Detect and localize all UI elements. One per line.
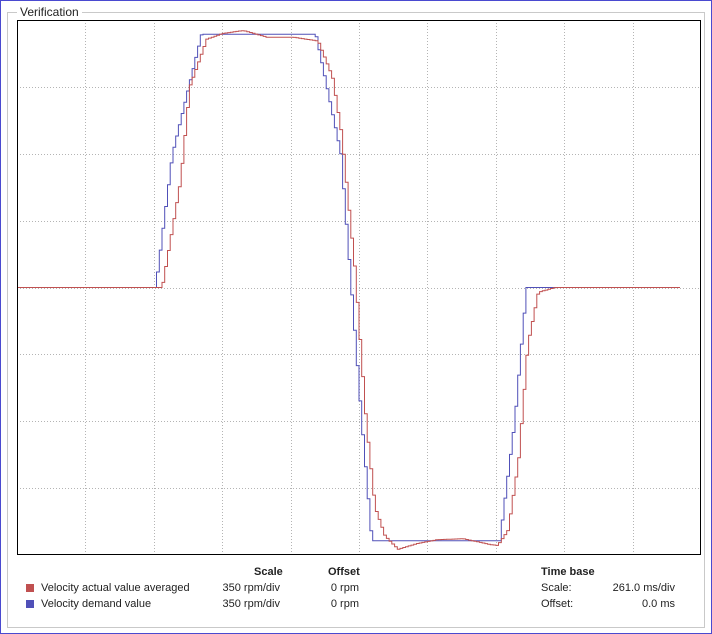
panel-title: Verification [17, 5, 82, 19]
scope-window: Verification [0, 0, 712, 634]
scope-plot-area[interactable] [17, 20, 701, 555]
